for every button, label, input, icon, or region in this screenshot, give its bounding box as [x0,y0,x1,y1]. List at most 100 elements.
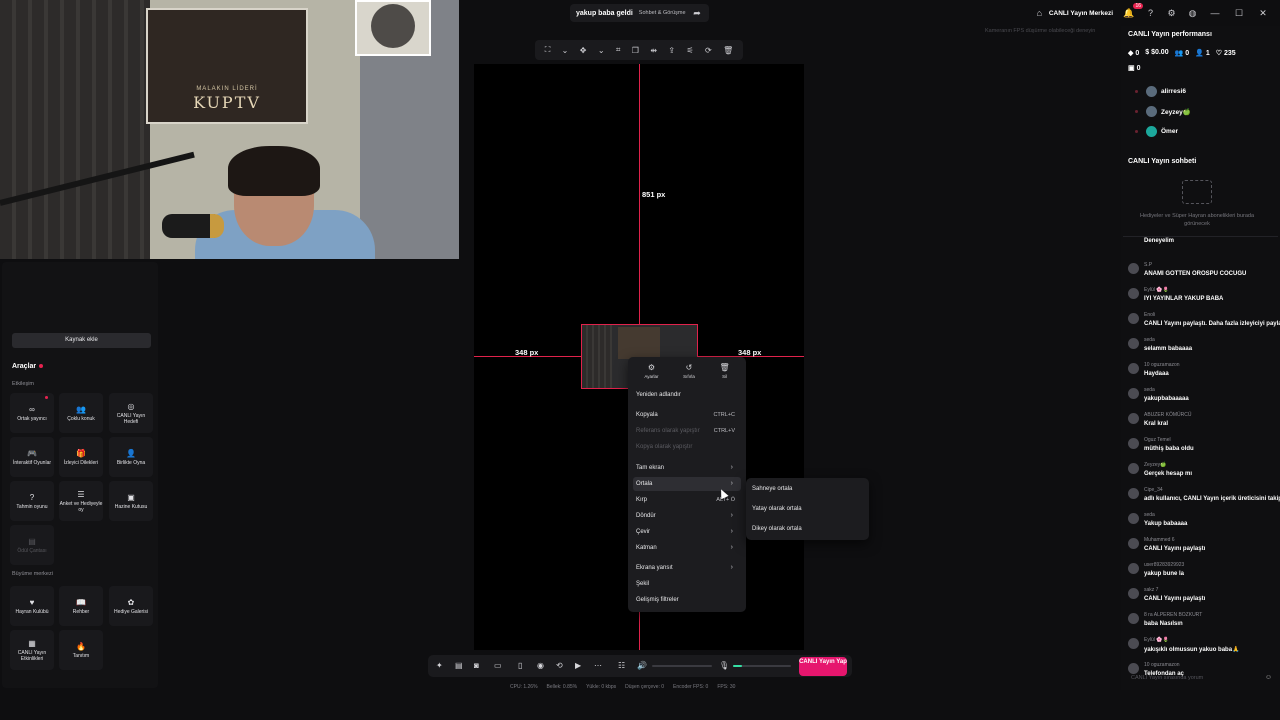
magic-icon[interactable]: ✦ [436,661,443,670]
avatar[interactable] [1128,638,1139,649]
avatar[interactable]: ◍ [1187,8,1198,19]
volume-slider[interactable] [652,665,712,667]
avatar[interactable] [1128,363,1139,374]
tool-viewer-wishes[interactable]: 🎁 İzleyici Dilekleri [59,437,103,477]
delete-action[interactable]: 🗑 Sil [720,363,730,387]
chat-username[interactable]: 10 oguzamazon [1144,362,1180,368]
chat-username[interactable]: seda [1144,387,1155,393]
notifications-button[interactable]: 🔔 16 [1123,3,1143,19]
chat-username[interactable]: user89283929923 [1144,562,1184,568]
tool-live-events[interactable]: ▦ CANLI Yayın Etkinlikleri [10,630,54,670]
menu-flip[interactable]: Çevir › [633,525,741,539]
chat-username[interactable]: Eylül 🌸🌷 [1144,637,1169,643]
tool-play-together[interactable]: 👤 Birlikte Oyna [109,437,153,477]
tool-poll[interactable]: ☰ Anket ve Hediyeyle oy [59,481,103,521]
chat-username[interactable]: 10 oguzamazon [1144,662,1180,668]
chat-username[interactable]: Enoli [1144,312,1155,318]
chat-username[interactable]: ABUZER KÖMÜRCÜ [1144,412,1192,418]
flip-icon[interactable]: ⇹ [650,46,657,55]
tool-prediction-game[interactable]: ? Tahmin oyunu [10,481,54,521]
move-icon[interactable]: ✥ [580,46,587,55]
viewer-row[interactable]: Ömer [1135,126,1178,137]
menu-copy[interactable]: Kopyala CTRL+C [633,408,741,422]
reset-action[interactable]: ↺ Sıfırla [683,363,695,387]
avatar[interactable] [1128,563,1139,574]
tool-reward-bag[interactable]: ▤ Ödül Çantası [10,525,54,565]
share-icon[interactable]: ➦ [692,8,703,19]
menu-layer[interactable]: Katman › [633,541,741,555]
filter-icon[interactable]: ⚟ [687,46,694,55]
avatar[interactable] [1128,463,1139,474]
chat-username[interactable]: seda [1144,337,1155,343]
tool-multi-guest[interactable]: 👥 Çoklu konuk [59,393,103,433]
menu-mirror[interactable]: Ekrana yansıt › [633,561,741,575]
chat-username[interactable]: sakz 7 [1144,587,1158,593]
go-live-button[interactable]: CANLI Yayın Yap [799,657,847,676]
chat-username[interactable]: Cipe_34 [1144,487,1163,493]
add-source-button[interactable]: Kaynak ekle [12,333,151,348]
viewer-row[interactable]: alirresi6 [1135,86,1186,97]
avatar[interactable] [1128,438,1139,449]
menu-shape[interactable]: Şekil [633,577,741,591]
mic-icon[interactable]: 🎙 [719,661,729,670]
avatar[interactable] [1128,263,1139,274]
chevron-down-icon[interactable]: ⌄ [562,46,569,55]
tool-promotion[interactable]: 🔥 Tanıtım [59,630,103,670]
help-icon[interactable]: ? [1145,8,1156,19]
tool-interactive-games[interactable]: 🎮 İnteraktif Oyunlar [10,437,54,477]
avatar[interactable] [1128,288,1139,299]
crop-icon[interactable]: ⌗ [616,45,621,55]
screen-icon[interactable]: ▭ [494,661,502,670]
video-icon[interactable]: ▶ [575,661,581,670]
stream-title-pill[interactable]: yakup baba geldi Sohbet & Görüşme ➦ [570,4,709,22]
avatar[interactable] [1128,488,1139,499]
menu-fullscreen[interactable]: Tam ekran › [633,461,741,475]
chat-username[interactable]: Zeyzey🍏 [1144,462,1166,468]
copy-icon[interactable]: ❐ [632,46,639,55]
minimize-button[interactable]: — [1208,8,1222,18]
chat-username[interactable]: Muhammed 6 [1144,537,1175,543]
tool-cohost[interactable]: ∞ Ortak yayıncı [10,393,54,433]
camera-preview[interactable]: MALAKIN LİDERİ KUPTV [0,0,459,259]
layer-up-icon[interactable]: ⇪ [668,46,675,55]
replay-icon[interactable]: ⟲ [556,661,563,670]
avatar[interactable] [1128,588,1139,599]
submenu-center-scene[interactable]: Sahneye ortala [752,486,792,492]
mixer-icon[interactable]: ☷ [618,661,625,670]
chat-username[interactable]: Oguz Temel [1144,437,1171,443]
avatar[interactable] [1128,313,1139,324]
avatar[interactable] [1128,613,1139,624]
avatar[interactable] [1128,338,1139,349]
rotate-icon[interactable]: ⟳ [705,46,712,55]
phone-icon[interactable]: ▯ [518,661,522,670]
menu-filters[interactable]: Gelişmiş filtreler [633,593,741,607]
chat-input[interactable]: CANLI Yayın sırasında yorum ☺ [1124,671,1278,685]
emoji-icon[interactable]: ☺ [1265,671,1272,685]
menu-rename[interactable]: Yeniden adlandır [633,388,741,402]
tool-live-goal[interactable]: ◎ CANLI Yayın Hedefi [109,393,153,433]
chat-username[interactable]: 8 ra ALPEREN BOZKURT [1144,612,1202,618]
chevron-down-icon[interactable]: ⌄ [598,46,605,55]
menu-rotate[interactable]: Döndür › [633,509,741,523]
avatar[interactable] [1128,513,1139,524]
fit-icon[interactable]: ⛶ [545,45,551,55]
camera-icon[interactable]: ◙ [474,661,479,670]
chat-username[interactable]: Eylül 🌸🌷 [1144,287,1169,293]
maximize-button[interactable]: ☐ [1232,8,1246,19]
record-icon[interactable]: ◉ [537,661,544,670]
avatar[interactable] [1128,538,1139,549]
more-icon[interactable]: ⋯ [594,661,602,670]
tool-guide[interactable]: 📖 Rehber [59,586,103,626]
tool-gift-gallery[interactable]: ✿ Hediye Galerisi [109,586,153,626]
avatar[interactable] [1128,413,1139,424]
viewer-row[interactable]: Zeyzey🍏 [1135,106,1191,117]
trash-icon[interactable]: 🗑 [723,46,733,55]
gear-icon[interactable]: ⚙ [1166,8,1177,19]
close-button[interactable]: ✕ [1256,8,1270,19]
submenu-center-horizontal[interactable]: Yatay olarak ortala [752,506,802,512]
speaker-icon[interactable]: 🔊 [637,661,647,670]
avatar[interactable] [1128,388,1139,399]
submenu-center-vertical[interactable]: Dikey olarak ortala [752,526,802,532]
live-center-button[interactable]: ⌂ CANLI Yayın Merkezi [1034,8,1113,19]
layout-icon[interactable]: ▤ [455,661,463,670]
